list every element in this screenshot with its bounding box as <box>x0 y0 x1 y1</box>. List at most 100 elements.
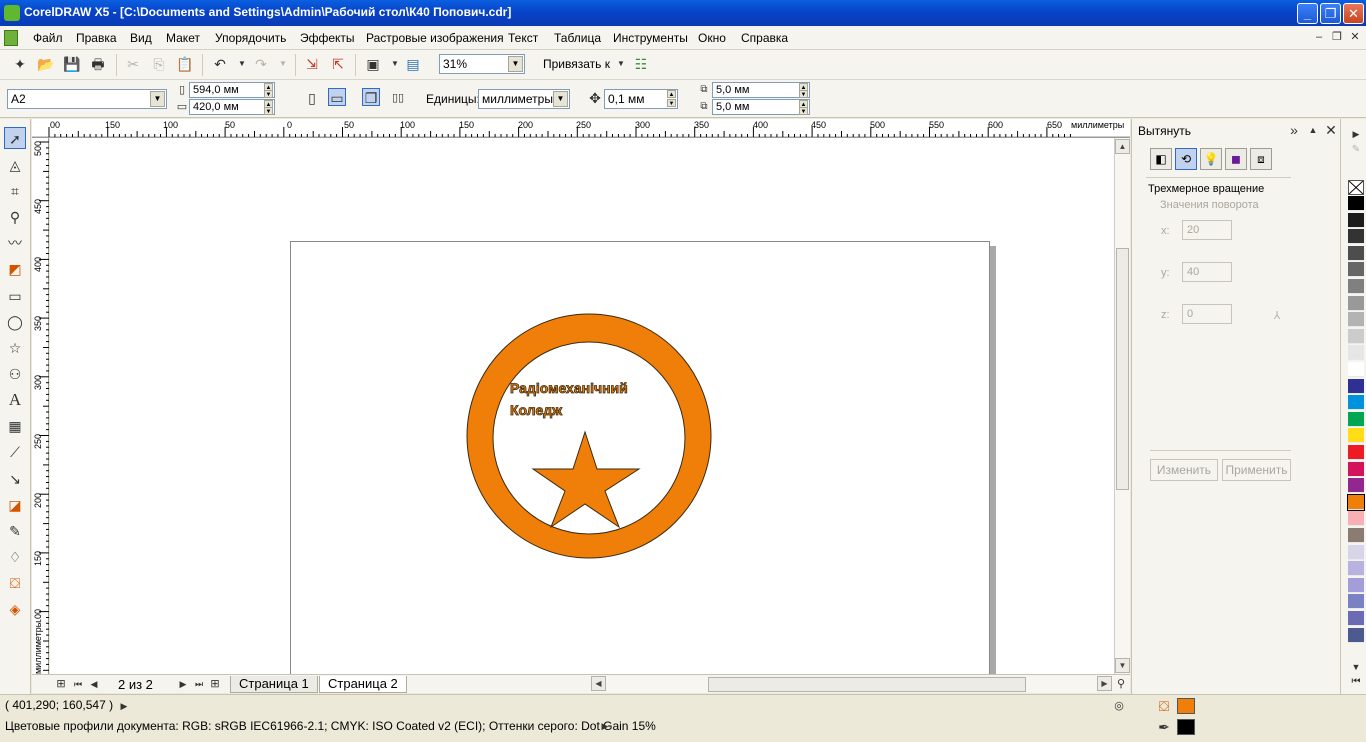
chevron-down-icon[interactable]: ▼ <box>553 91 568 107</box>
current-fill-swatch[interactable] <box>1177 698 1195 714</box>
paste-icon[interactable]: 📋 <box>176 55 194 73</box>
previous-page-icon[interactable]: ◀ <box>85 675 103 693</box>
doc-minimize-button[interactable]: – <box>1311 30 1327 45</box>
duplicate-x-field[interactable]: 5,0 мм ▲ ▼ <box>712 82 810 98</box>
duplicate-y-field[interactable]: 5,0 мм ▲ ▼ <box>712 99 810 115</box>
scroll-right-icon[interactable]: ▶ <box>1097 676 1112 691</box>
menu-effects[interactable]: Эффекты <box>300 31 355 45</box>
palette-swatch[interactable] <box>1348 561 1364 577</box>
palette-swatch[interactable] <box>1348 577 1364 593</box>
import-icon[interactable]: ⇲ <box>303 55 321 73</box>
palette-swatch[interactable] <box>1348 627 1364 643</box>
extrude-lighting-icon[interactable]: 💡 <box>1200 148 1222 170</box>
vertical-ruler[interactable]: 500 450 400 350 300 250 200 150 100 милл… <box>32 138 49 675</box>
palette-swatch[interactable] <box>1348 312 1364 328</box>
save-icon[interactable]: 💾 <box>63 55 81 73</box>
extrude-camera-icon[interactable]: ◧ <box>1150 148 1172 170</box>
palette-swatch[interactable] <box>1348 411 1364 427</box>
paper-size-combo[interactable]: A2 ▼ <box>7 89 167 109</box>
horizontal-ruler[interactable]: 00 150 100 50 0 50 100 150 200 250 300 3… <box>32 119 1130 138</box>
add-page-after-icon[interactable]: ⊞ <box>206 675 224 693</box>
menu-view[interactable]: Вид <box>130 31 152 45</box>
snap-to-dropdown-icon[interactable]: ▼ <box>612 55 630 73</box>
menu-table[interactable]: Таблица <box>554 31 601 45</box>
extrude-bevel-icon[interactable]: ⧈ <box>1250 148 1272 170</box>
crop-tool-icon[interactable]: ⌗ <box>4 180 26 202</box>
palette-swatch[interactable] <box>1348 345 1364 361</box>
palette-swatch[interactable] <box>1348 262 1364 278</box>
palette-swatch[interactable] <box>1347 493 1365 511</box>
dimension-tool-icon[interactable]: ⟋ <box>4 441 26 463</box>
connector-tool-icon[interactable]: ↘ <box>4 468 26 490</box>
palette-swatch[interactable] <box>1348 378 1364 394</box>
navigator-zoom-icon[interactable]: ⚲ <box>1112 675 1130 693</box>
palette-swatch[interactable] <box>1348 428 1364 444</box>
palette-swatch[interactable] <box>1348 279 1364 294</box>
page-width-field[interactable]: 594,0 мм ▲ ▼ <box>189 82 275 98</box>
docker-close-icon[interactable]: ✕ <box>1322 121 1340 139</box>
new-document-icon[interactable]: ✦ <box>11 55 29 73</box>
palette-swatch[interactable] <box>1348 445 1364 460</box>
eyedropper-tool-icon[interactable]: ✎ <box>4 520 26 542</box>
apply-button[interactable]: Применить <box>1222 459 1291 481</box>
portrait-icon[interactable]: ▯ <box>303 89 321 107</box>
rectangle-tool-icon[interactable]: ▭ <box>4 285 26 307</box>
docker-collapse-icon[interactable]: ▲ <box>1304 121 1322 139</box>
menu-file[interactable]: Файл <box>33 31 63 45</box>
page-tab-1[interactable]: Страница 1 <box>230 676 318 693</box>
palette-swatch[interactable] <box>1348 362 1364 377</box>
minimize-button[interactable]: _ <box>1297 3 1318 24</box>
palette-swatch[interactable] <box>1348 594 1364 610</box>
nudge-distance-field[interactable]: 0,1 мм ▲ ▼ <box>604 89 678 109</box>
document-color-profiles[interactable]: Цветовые профили документа: RGB: sRGB IE… <box>5 719 656 733</box>
horizontal-scroll-thumb[interactable] <box>708 677 1026 692</box>
palette-pin-icon[interactable]: ✎ <box>1347 141 1365 159</box>
scroll-left-icon[interactable]: ◀ <box>591 676 606 691</box>
palette-swatch[interactable] <box>1348 611 1364 626</box>
page-tab-2[interactable]: Страница 2 <box>319 676 407 693</box>
doc-restore-button[interactable]: ❐ <box>1329 30 1345 45</box>
chevron-down-icon[interactable]: ▼ <box>508 56 523 72</box>
current-outline-swatch[interactable] <box>1177 719 1195 735</box>
coords-expand-icon[interactable]: ▶ <box>115 697 133 715</box>
chevron-down-icon[interactable]: ▼ <box>150 91 165 107</box>
print-icon[interactable]: 🖶 <box>89 55 107 73</box>
vertical-scroll-thumb[interactable] <box>1116 248 1129 490</box>
vertical-scrollbar[interactable]: ▲ ▼ <box>1114 138 1130 674</box>
ellipse-tool-icon[interactable]: ◯ <box>4 311 26 333</box>
interactive-fill-tool-icon[interactable]: ◈ <box>4 598 26 620</box>
drawing-canvas[interactable]: Радіомеханічний Коледж <box>50 138 1114 674</box>
extrude-color-icon[interactable]: ◼ <box>1225 148 1247 170</box>
close-button[interactable]: ✕ <box>1343 3 1364 24</box>
page-height-field[interactable]: 420,0 мм ▲ ▼ <box>189 99 275 115</box>
docker-expand-icon[interactable]: » <box>1285 121 1303 139</box>
menu-edit[interactable]: Правка <box>76 31 117 45</box>
landscape-icon[interactable]: ▭ <box>328 88 346 106</box>
welcome-screen-icon[interactable]: ▤ <box>404 55 422 73</box>
palette-swatch[interactable] <box>1348 478 1364 494</box>
maximize-button[interactable]: ❐ <box>1320 3 1341 24</box>
menu-tools[interactable]: Инструменты <box>613 31 688 45</box>
coreldraw-app-icon[interactable] <box>4 5 20 21</box>
menu-bitmaps[interactable]: Растровые изображения <box>366 31 504 45</box>
pick-tool-icon[interactable]: ➚ <box>4 127 26 149</box>
scroll-up-icon[interactable]: ▲ <box>1115 139 1130 154</box>
polygon-tool-icon[interactable]: ☆ <box>4 337 26 359</box>
reset-rotation-icon[interactable]: ⅄ <box>1268 307 1286 325</box>
rotation-x-field[interactable]: 20 <box>1182 220 1232 240</box>
rotation-y-field[interactable]: 40 <box>1182 262 1232 282</box>
edit-button[interactable]: Изменить <box>1150 459 1218 481</box>
units-combo[interactable]: миллиметры ▼ <box>478 89 570 109</box>
extrude-rotation-icon[interactable]: ⟲ <box>1175 148 1197 170</box>
undo-dropdown-icon[interactable]: ▼ <box>233 55 251 73</box>
launcher-dropdown-icon[interactable]: ▼ <box>386 55 404 73</box>
palette-swatch[interactable] <box>1348 212 1364 228</box>
application-launcher-icon[interactable]: ▣ <box>364 55 382 73</box>
palette-swatch[interactable] <box>1348 461 1364 477</box>
cut-icon[interactable]: ✂ <box>124 55 142 73</box>
interactive-effects-tool-icon[interactable]: ◪ <box>4 494 26 516</box>
palette-swatch[interactable] <box>1348 245 1364 261</box>
palette-swatch[interactable] <box>1348 528 1364 543</box>
copy-icon[interactable]: ⎘ <box>150 55 168 73</box>
table-tool-icon[interactable]: ▦ <box>4 415 26 437</box>
